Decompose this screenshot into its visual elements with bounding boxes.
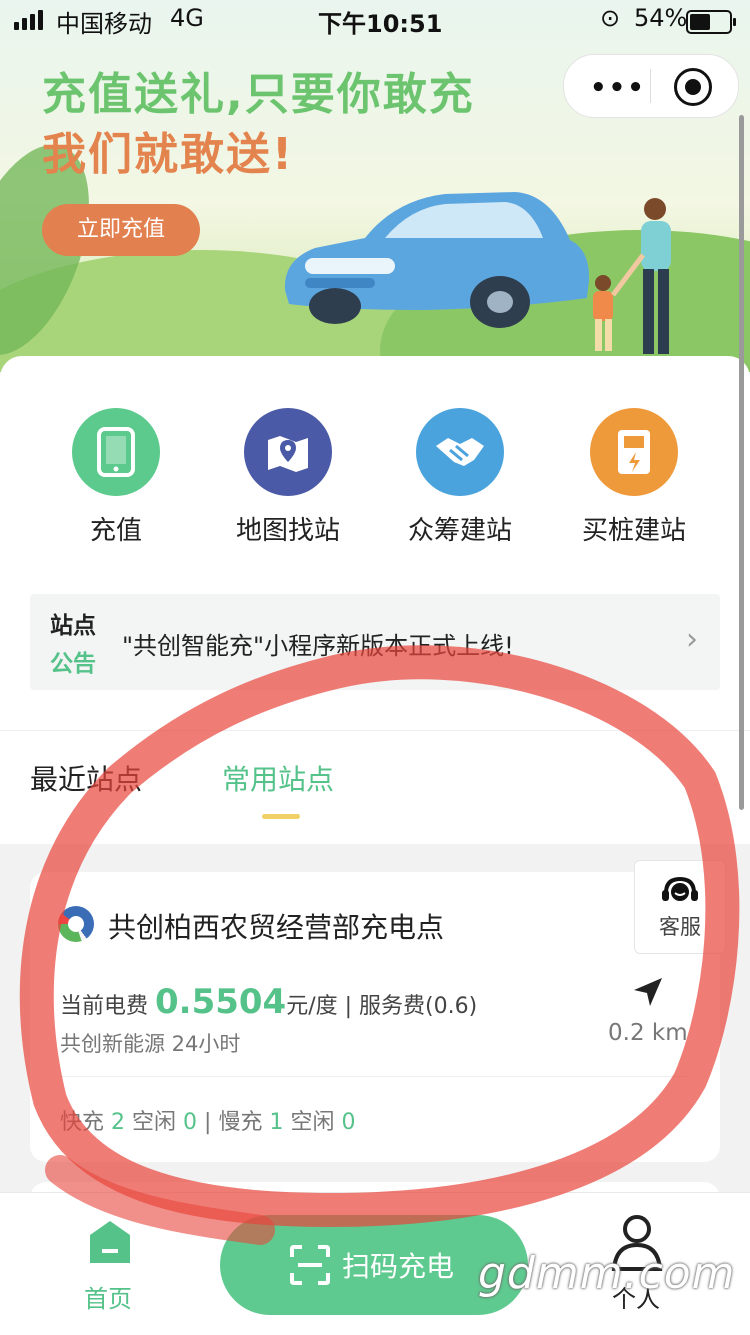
quick-action-label: 买桩建站 <box>581 516 686 546</box>
carrier-name: 中国移动 <box>56 10 152 38</box>
customer-service-label: 客服 <box>659 915 701 939</box>
scrollbar[interactable] <box>739 115 744 810</box>
notice-title: 站点 <box>50 613 96 639</box>
price-prefix: 当前电费 <box>60 994 149 1019</box>
slow-idle-label: 空闲 <box>290 1110 335 1135</box>
quick-action-crowdfund[interactable]: 众筹建站 <box>400 408 520 547</box>
slow-charge-label: 慢充 <box>218 1110 263 1135</box>
station-distance: 0.2 km <box>608 1020 688 1046</box>
scan-icon <box>290 1245 330 1285</box>
quick-action-recharge[interactable]: 充值 <box>56 408 176 547</box>
capsule-divider <box>650 69 651 103</box>
watermark: gdmm.com <box>478 1248 736 1299</box>
nav-home-label[interactable]: 首页 <box>84 1279 132 1314</box>
rotation-lock-icon: ⊙ <box>600 4 621 32</box>
tablet-icon <box>72 408 160 496</box>
car-illustration <box>284 192 590 328</box>
slow-idle-count: 0 <box>341 1110 356 1135</box>
quick-action-map[interactable]: 地图找站 <box>228 408 348 547</box>
divider <box>60 1076 690 1077</box>
charging-pile-icon <box>590 408 678 496</box>
banner-headline: 充值送礼,只要你敢充 <box>42 69 475 120</box>
signal-icon <box>14 10 46 30</box>
notice-text: "共创智能充"小程序新版本正式上线! <box>122 632 514 660</box>
quick-action-buy-pile[interactable]: 买桩建站 <box>574 408 694 547</box>
battery-percent: 54% <box>634 4 688 32</box>
navigate-icon[interactable] <box>630 974 666 1010</box>
station-name: 共创柏西农贸经营部充电点 <box>108 911 445 944</box>
status-bar: 中国移动 4G 下午10:51 ⊙ 54% <box>0 0 750 40</box>
price-suffix: 元/度 | 服务费(0.6) <box>286 994 478 1019</box>
fast-charge-label: 快充 <box>60 1110 105 1135</box>
clock: 下午10:51 <box>318 10 443 38</box>
electricity-price: 0.5504 <box>155 982 287 1022</box>
notice-title-accent: 公告 <box>50 651 96 677</box>
scan-to-charge-label: 扫码充电 <box>342 1250 455 1283</box>
charger-availability: 快充 2 空闲 0 | 慢充 1 空闲 0 <box>60 1104 355 1136</box>
family-illustration <box>593 198 671 354</box>
price-line: 当前电费 0.5504元/度 | 服务费(0.6) <box>60 982 477 1022</box>
home-icon[interactable] <box>88 1219 132 1265</box>
map-pin-icon <box>244 408 332 496</box>
tab-favorite-stations[interactable]: 常用站点 <box>222 758 334 798</box>
miniprogram-capsule: ••• <box>563 54 739 118</box>
divider <box>0 730 750 731</box>
headset-icon <box>662 876 698 901</box>
chevron-right-icon: › <box>686 622 698 657</box>
operator-hours: 共创新能源 24小时 <box>60 1032 241 1056</box>
slow-charge-total: 1 <box>269 1110 284 1135</box>
operator-logo <box>58 906 94 942</box>
network-type: 4G <box>170 4 204 32</box>
quick-action-label: 地图找站 <box>235 516 340 546</box>
recharge-now-button[interactable]: 立即充值 <box>42 204 200 256</box>
customer-service-button[interactable]: 客服 <box>634 860 726 954</box>
handshake-icon <box>416 408 504 496</box>
fast-idle-label: 空闲 <box>132 1110 177 1135</box>
fast-idle-count: 0 <box>183 1110 198 1135</box>
station-card[interactable]: 共创柏西农贸经营部充电点 客服 当前电费 0.5504元/度 | 服务费(0.6… <box>30 860 726 1162</box>
banner-subheadline: 我们就敢送! <box>42 129 295 180</box>
more-options-icon[interactable]: ••• <box>590 73 646 103</box>
active-tab-indicator <box>262 814 300 819</box>
quick-action-label: 众筹建站 <box>407 516 512 546</box>
separator: | <box>204 1110 212 1135</box>
fast-charge-total: 2 <box>111 1110 126 1135</box>
site-notice[interactable]: 站点 公告 "共创智能充"小程序新版本正式上线! › <box>30 594 720 690</box>
close-miniprogram-icon[interactable] <box>674 68 712 106</box>
battery-icon <box>686 10 736 34</box>
quick-action-label: 充值 <box>89 516 142 546</box>
tab-recent-stations[interactable]: 最近站点 <box>30 758 142 798</box>
